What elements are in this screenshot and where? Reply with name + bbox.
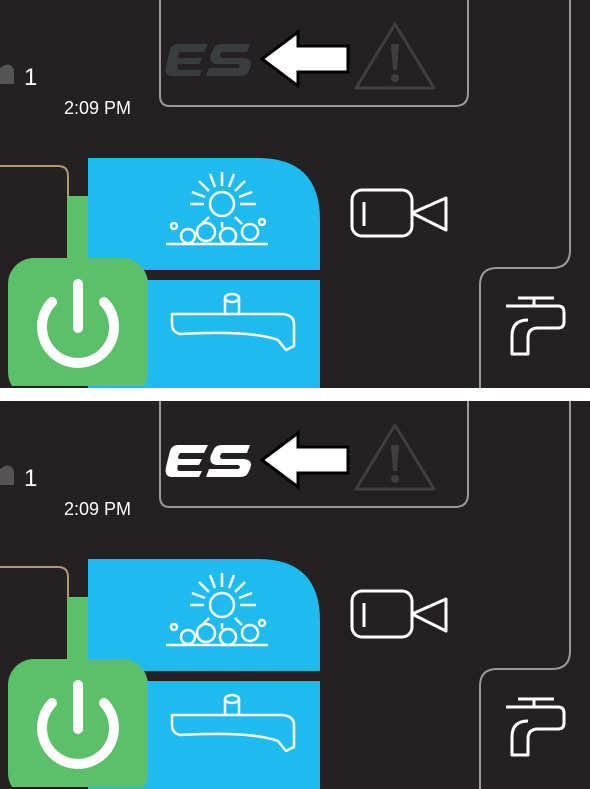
es-eco-icon[interactable] <box>162 437 262 481</box>
squeegee-icon[interactable] <box>170 290 300 370</box>
sun-wash-icon[interactable] <box>164 170 274 250</box>
screen-panel-bottom: 1 2:09 PM <box>0 401 590 789</box>
partial-person-icon <box>0 465 14 485</box>
power-button[interactable] <box>8 258 148 386</box>
partial-person-icon <box>0 64 14 84</box>
warning-icon[interactable] <box>352 421 438 493</box>
item-count: 1 <box>24 465 38 492</box>
faucet-icon[interactable] <box>498 693 568 763</box>
sun-wash-icon[interactable] <box>164 571 274 651</box>
item-count: 1 <box>24 64 38 91</box>
screen-panel-top: 1 2:09 PM <box>0 0 590 388</box>
power-button[interactable] <box>8 659 148 787</box>
camera-icon[interactable] <box>350 186 454 242</box>
es-eco-icon[interactable] <box>162 36 262 80</box>
squeegee-icon[interactable] <box>170 691 300 771</box>
faucet-icon[interactable] <box>498 292 568 362</box>
arrow-left-icon <box>259 430 350 490</box>
warning-icon[interactable] <box>352 20 438 92</box>
clock-time: 2:09 PM <box>64 98 132 118</box>
arrow-left-icon <box>259 29 350 89</box>
clock-time: 2:09 PM <box>64 499 132 519</box>
camera-icon[interactable] <box>350 587 454 643</box>
